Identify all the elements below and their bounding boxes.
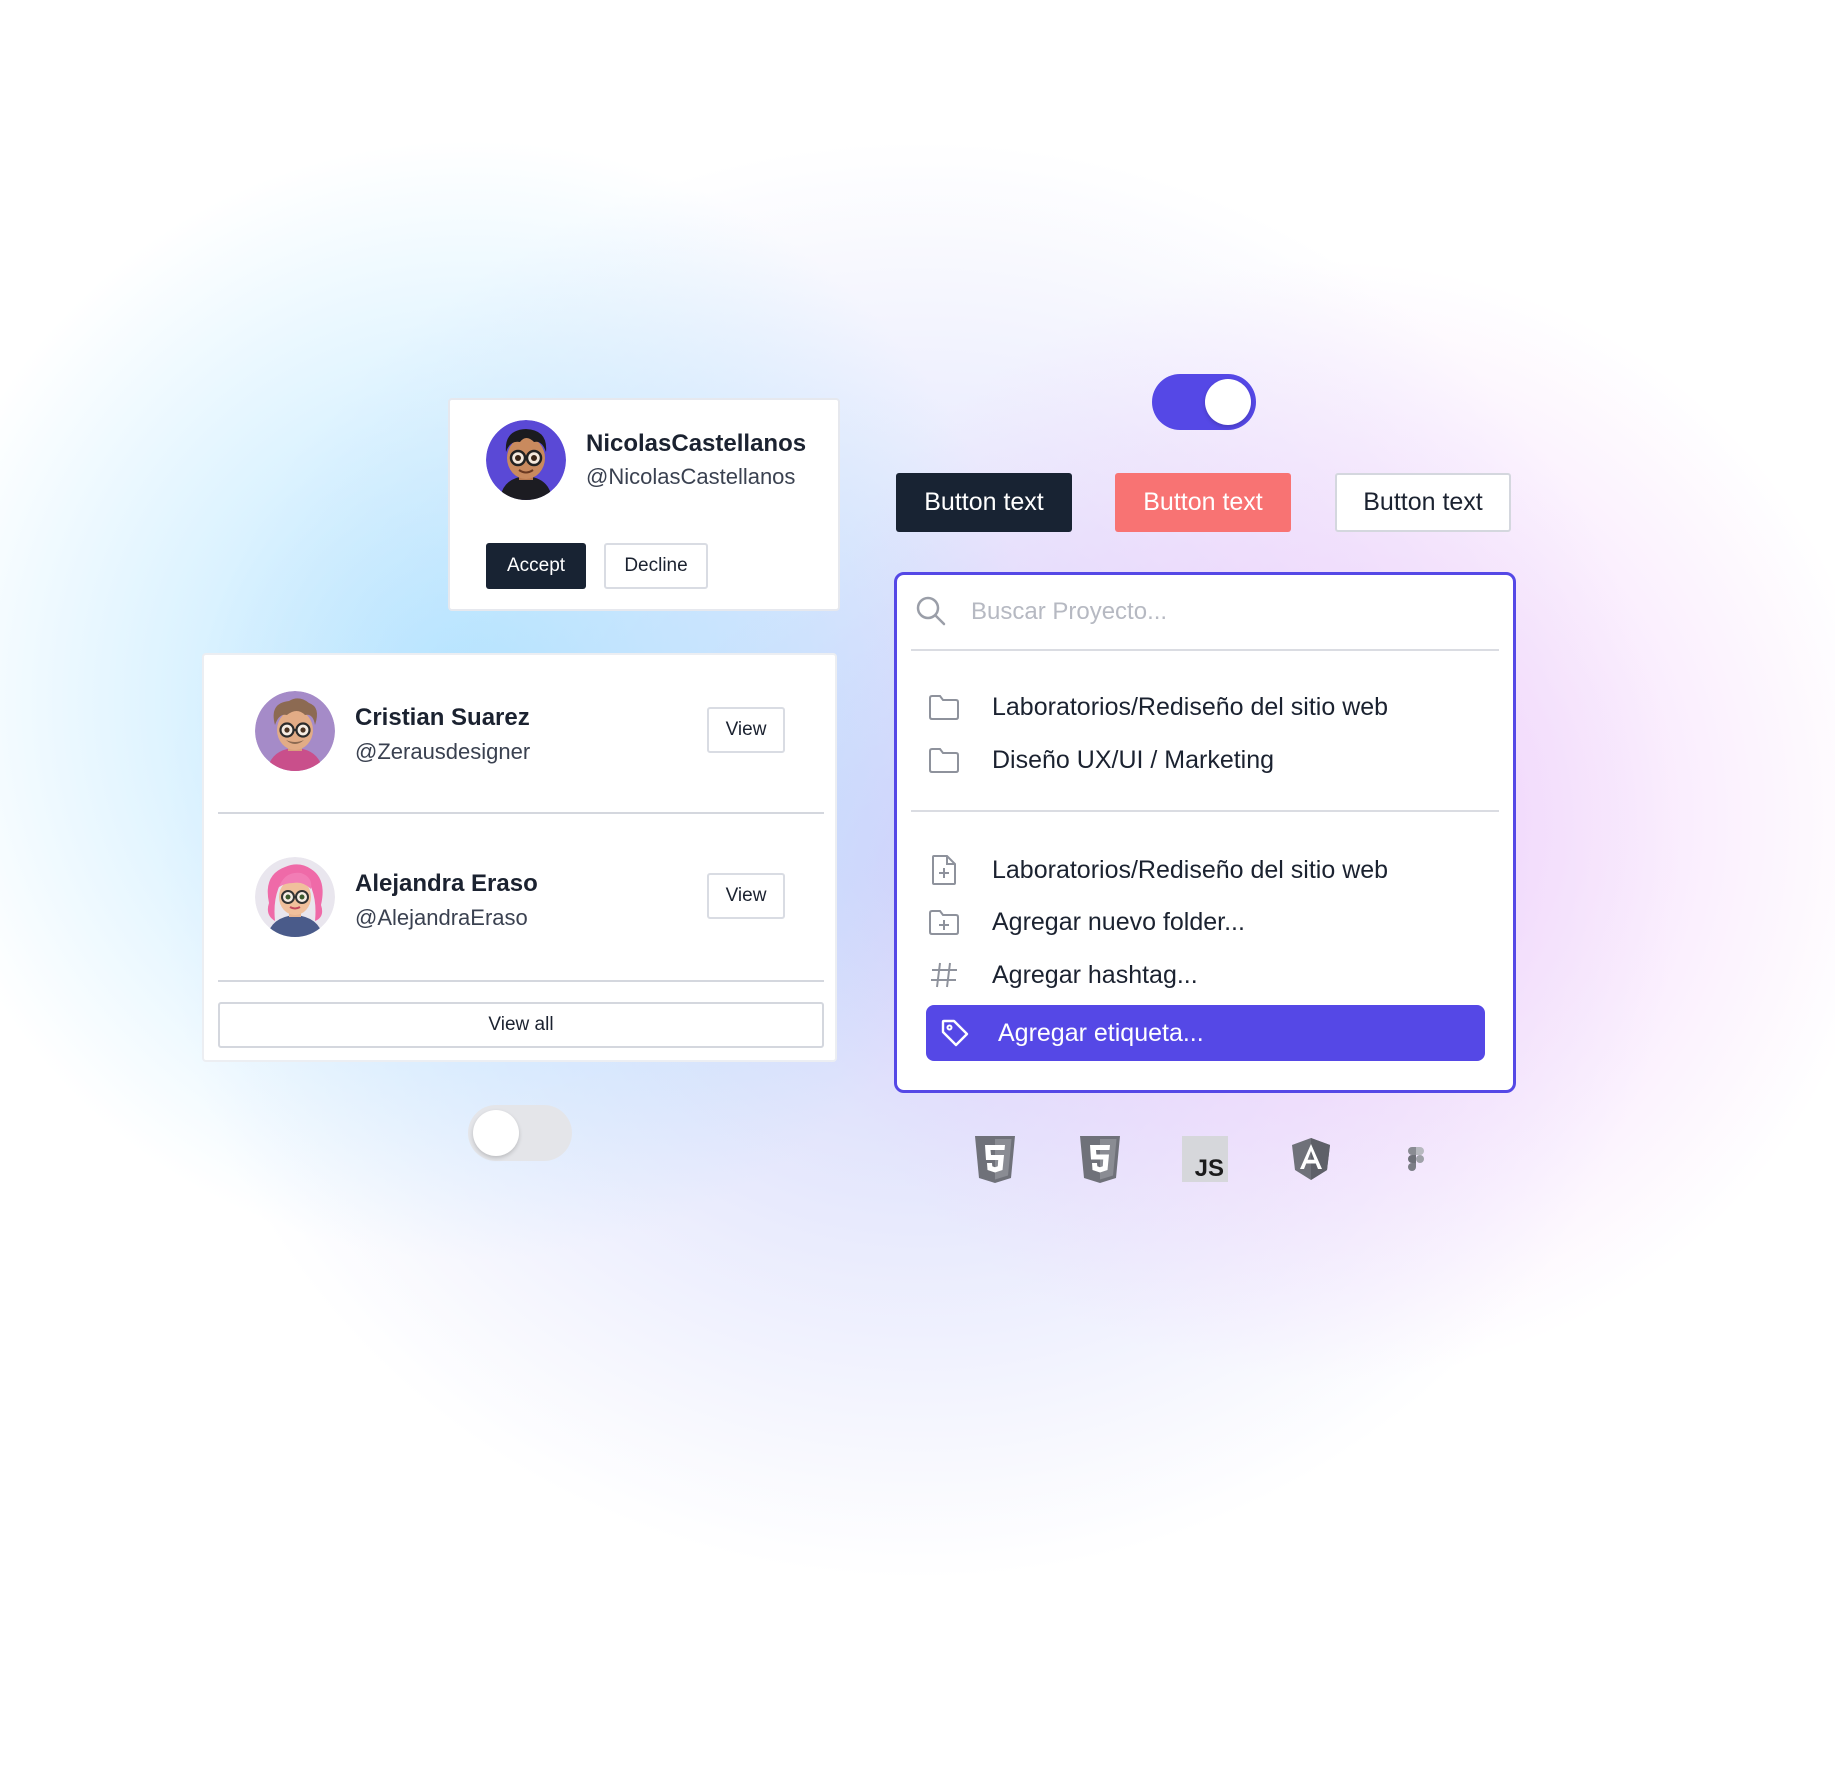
outline-button[interactable]: Button text (1335, 473, 1511, 532)
list-item: Cristian Suarez @Zerausdesigner View (204, 655, 835, 775)
divider (218, 812, 824, 814)
action-item[interactable]: Agregar nuevo folder... (927, 900, 1487, 944)
hashtag-icon (927, 958, 961, 992)
danger-button[interactable]: Button text (1115, 473, 1291, 532)
file-plus-icon (927, 853, 961, 887)
action-label: Agregar nuevo folder... (992, 907, 1245, 936)
avatar (255, 691, 335, 771)
action-item[interactable]: Agregar hashtag... (927, 953, 1487, 997)
javascript-icon: JS (1182, 1133, 1228, 1185)
toggle-knob (1205, 379, 1251, 425)
view-all-button[interactable]: View all (218, 1002, 824, 1048)
folder-label: Diseño UX/UI / Marketing (992, 745, 1275, 774)
folder-icon (927, 690, 961, 724)
action-label: Laboratorios/Rediseño del sitio web (992, 855, 1389, 884)
folder-item[interactable]: Laboratorios/Rediseño del sitio web (927, 685, 1487, 729)
html5-icon (972, 1133, 1018, 1185)
user-name: Alejandra Eraso (355, 870, 538, 897)
view-button[interactable]: View (707, 873, 785, 919)
divider (911, 649, 1499, 651)
folder-item[interactable]: Diseño UX/UI / Marketing (927, 738, 1487, 782)
figma-icon (1393, 1133, 1439, 1185)
folder-plus-icon (927, 905, 961, 939)
search-bar (897, 575, 1513, 649)
decline-button[interactable]: Decline (604, 543, 708, 589)
accept-button[interactable]: Accept (486, 543, 586, 589)
user-list-card: Cristian Suarez @Zerausdesigner View Ale… (202, 653, 837, 1062)
tag-icon (938, 1016, 972, 1050)
user-name: NicolasCastellanos (586, 430, 807, 457)
list-item: Alejandra Eraso @AlejandraEraso View (204, 821, 835, 941)
toggle-switch-off[interactable] (468, 1105, 572, 1161)
search-icon (915, 595, 947, 627)
action-label: Agregar etiqueta... (998, 1018, 1204, 1047)
search-input[interactable] (971, 592, 1471, 632)
divider (911, 810, 1499, 812)
css3-icon (1077, 1133, 1123, 1185)
user-handle: @AlejandraEraso (355, 905, 528, 930)
primary-button[interactable]: Button text (896, 473, 1072, 532)
divider (218, 980, 824, 982)
avatar (255, 857, 335, 937)
folder-label: Laboratorios/Rediseño del sitio web (992, 692, 1389, 721)
action-item-active[interactable]: Agregar etiqueta... (926, 1005, 1485, 1061)
avatar (486, 420, 566, 500)
toggle-switch-on[interactable] (1152, 374, 1256, 430)
friend-request-card: NicolasCastellanos @NicolasCastellanos A… (448, 398, 840, 611)
folder-icon (927, 743, 961, 777)
user-handle: @NicolasCastellanos (586, 464, 796, 489)
command-palette: Laboratorios/Rediseño del sitio web Dise… (894, 572, 1516, 1093)
view-button[interactable]: View (707, 707, 785, 753)
user-handle: @Zerausdesigner (355, 739, 531, 764)
action-item[interactable]: Laboratorios/Rediseño del sitio web (927, 848, 1487, 892)
toggle-knob (473, 1110, 519, 1156)
angular-icon (1288, 1133, 1334, 1185)
action-label: Agregar hashtag... (992, 960, 1198, 989)
user-name: Cristian Suarez (355, 704, 530, 731)
